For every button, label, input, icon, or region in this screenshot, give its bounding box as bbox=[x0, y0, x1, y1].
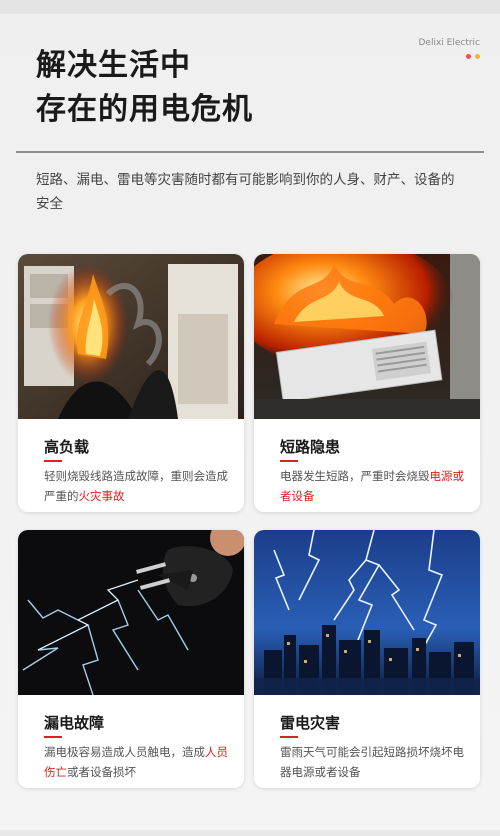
brand: Delixi Electric bbox=[418, 38, 480, 59]
title-underline bbox=[44, 736, 62, 738]
divider bbox=[16, 151, 484, 153]
top-band bbox=[0, 0, 500, 14]
lightning-city-image bbox=[254, 530, 480, 695]
card-title: 高负载 bbox=[44, 438, 90, 456]
brand-dot-orange bbox=[475, 54, 480, 59]
title-line-2: 存在的用电危机 bbox=[36, 92, 253, 127]
card-leakage: 漏电故障 漏电极容易造成人员触电，造成人员伤亡或者设备损坏 bbox=[18, 530, 244, 788]
title-underline bbox=[280, 736, 298, 738]
burning-air-conditioner-image bbox=[254, 254, 480, 419]
title-underline bbox=[44, 460, 62, 462]
card-desc-text-post: 或者设备损坏 bbox=[67, 765, 136, 779]
sparking-plug-image bbox=[18, 530, 244, 695]
brand-dots bbox=[418, 54, 480, 59]
card-description: 电器发生短路，严重时会烧毁电源或者设备 bbox=[280, 466, 464, 506]
card-lightning: 雷电灾害 雷雨天气可能会引起短路损坏烧坏电器电源或者设备 bbox=[254, 530, 480, 788]
burning-outlet-image bbox=[18, 254, 244, 419]
card-desc-text: 雷雨天气可能会引起短路损坏烧坏电器电源或者设备 bbox=[280, 745, 464, 779]
card-title: 漏电故障 bbox=[44, 714, 105, 732]
card-short-circuit: 短路隐患 电器发生短路，严重时会烧毁电源或者设备 bbox=[254, 254, 480, 512]
card-title: 雷电灾害 bbox=[280, 714, 341, 732]
card-title: 短路隐患 bbox=[280, 438, 341, 456]
card-high-load: 高负载 轻则烧毁线路造成故障，重则会造成严重的火灾事故 bbox=[18, 254, 244, 512]
card-description: 漏电极容易造成人员触电，造成人员伤亡或者设备损坏 bbox=[44, 742, 228, 782]
title-line-1: 解决生活中 bbox=[36, 48, 191, 83]
card-desc-text: 漏电极容易造成人员触电，造成 bbox=[44, 745, 205, 759]
card-desc-highlight: 火灾事故 bbox=[78, 489, 125, 503]
brand-name: Delixi Electric bbox=[418, 38, 480, 48]
card-description: 雷雨天气可能会引起短路损坏烧坏电器电源或者设备 bbox=[280, 742, 464, 782]
brand-dot-red bbox=[466, 54, 471, 59]
title-underline bbox=[280, 460, 298, 462]
intro-text: 短路、漏电、雷电等灾害随时都有可能影响到你的人身、财产、设备的安全 bbox=[36, 172, 455, 212]
card-desc-text: 轻则烧毁线路造成故障，重则会造成严重的 bbox=[44, 469, 228, 503]
card-description: 轻则烧毁线路造成故障，重则会造成严重的火灾事故 bbox=[44, 466, 228, 506]
page-title: 解决生活中 存在的用电危机 bbox=[36, 44, 253, 132]
bottom-band bbox=[0, 830, 500, 836]
card-desc-text: 电器发生短路，严重时会烧毁 bbox=[280, 469, 430, 483]
